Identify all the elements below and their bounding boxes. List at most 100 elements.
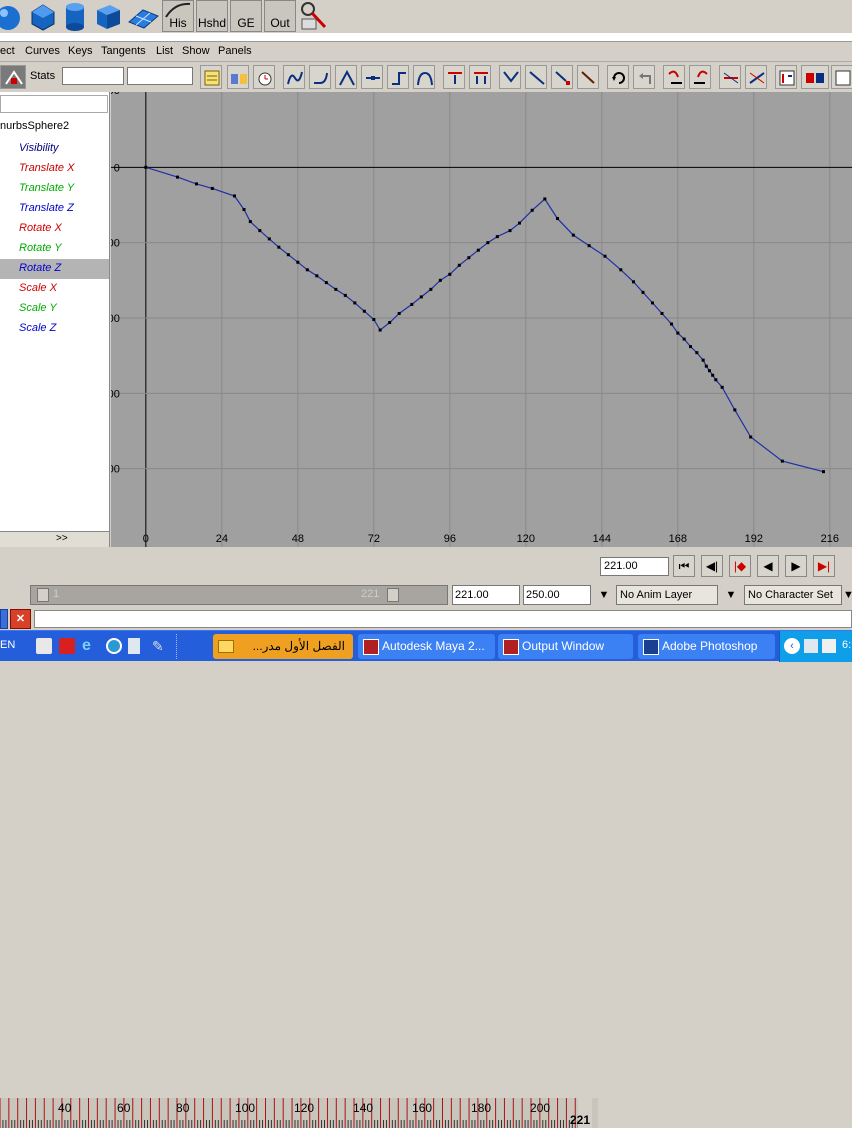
- channel-rotate-x[interactable]: Rotate X: [0, 219, 109, 239]
- expand-outliner-button[interactable]: >>: [56, 533, 68, 544]
- internet-explorer-icon[interactable]: e: [82, 637, 100, 655]
- plane-grid-icon[interactable]: [126, 0, 160, 32]
- range-slider[interactable]: 1 221: [30, 585, 448, 605]
- menu-select[interactable]: ect: [0, 45, 15, 57]
- graph-view[interactable]: 0 24 48 72 96 120 144 168 192 216 0 -500 -1000 -1500 -…: [111, 92, 852, 547]
- keyframe-point[interactable]: [587, 244, 591, 248]
- menu-list[interactable]: List: [156, 45, 173, 57]
- undo-curve-icon[interactable]: [633, 65, 655, 89]
- step-back-frame-button[interactable]: ◀|: [701, 555, 723, 577]
- keyframe-point[interactable]: [530, 208, 534, 212]
- keyframe-point[interactable]: [670, 322, 673, 326]
- keyframe-point[interactable]: [619, 268, 623, 272]
- restore-window-icon[interactable]: [0, 609, 8, 629]
- step-forward-key-button[interactable]: ▶|: [813, 555, 835, 577]
- keyframe-point[interactable]: [410, 302, 414, 306]
- sphere-icon[interactable]: [0, 0, 26, 32]
- character-set-field[interactable]: No Character Set: [744, 585, 842, 605]
- keyframe-point[interactable]: [682, 337, 686, 341]
- keyframe-point[interactable]: [233, 194, 236, 198]
- keyframe-point[interactable]: [144, 165, 148, 169]
- step-back-key-button[interactable]: |◆: [729, 555, 751, 577]
- pre-infinity-icon[interactable]: [663, 65, 685, 89]
- lock-tangent-weight-icon[interactable]: [525, 65, 547, 89]
- keyframe-point[interactable]: [362, 309, 366, 313]
- tools-quicklaunch-icon[interactable]: ✎: [152, 638, 168, 654]
- channel-rotate-y[interactable]: Rotate Y: [0, 239, 109, 259]
- keyframe-point[interactable]: [296, 260, 300, 264]
- keyframe-point[interactable]: [733, 408, 737, 412]
- cube-icon[interactable]: [92, 0, 124, 32]
- tray-expand-icon[interactable]: ‹: [784, 638, 800, 654]
- keyframe-point[interactable]: [448, 272, 452, 276]
- keyframe-point[interactable]: [822, 470, 825, 474]
- keyframe-point[interactable]: [708, 369, 711, 373]
- channel-scale-x[interactable]: Scale X: [0, 279, 109, 299]
- anim-layer-dropdown-icon[interactable]: ▼: [594, 586, 614, 604]
- history-button[interactable]: His: [162, 0, 194, 32]
- keyframe-point[interactable]: [603, 254, 607, 258]
- keyframe-point[interactable]: [486, 241, 490, 245]
- unlock-tangent-weight-icon[interactable]: [551, 65, 573, 89]
- keyframe-point[interactable]: [353, 301, 357, 305]
- post-infinity-icon[interactable]: [689, 65, 711, 89]
- keyframe-point[interactable]: [495, 235, 499, 239]
- normalize-curve-icon[interactable]: [719, 65, 741, 89]
- rotate-z-curve[interactable]: [145, 166, 824, 473]
- cycle-icon[interactable]: [607, 65, 629, 89]
- keyframe-point[interactable]: [397, 311, 401, 315]
- language-indicator[interactable]: EN: [0, 639, 15, 651]
- character-set-dropdown-icon[interactable]: ▼: [721, 586, 741, 604]
- break-tangents-icon[interactable]: [443, 65, 465, 89]
- taskbar-item-folder[interactable]: الفصل الأول مدر...: [213, 634, 353, 659]
- go-to-start-button[interactable]: ⏮: [673, 555, 695, 577]
- menu-show[interactable]: Show: [182, 45, 210, 57]
- stats-field-2[interactable]: [127, 67, 193, 85]
- channel-translate-x[interactable]: Translate X: [0, 159, 109, 179]
- menu-tangents[interactable]: Tangents: [101, 45, 146, 57]
- mel-command-input[interactable]: [34, 610, 852, 628]
- play-forwards-button[interactable]: ▶: [785, 555, 807, 577]
- tools-icon[interactable]: [298, 0, 330, 32]
- keyframe-point[interactable]: [258, 229, 262, 233]
- keyframe-point[interactable]: [571, 233, 575, 237]
- channel-scale-z[interactable]: Scale Z: [0, 319, 109, 339]
- keyframe-point[interactable]: [508, 229, 512, 233]
- keyframe-point[interactable]: [267, 237, 271, 241]
- channel-translate-y[interactable]: Translate Y: [0, 179, 109, 199]
- channel-visibility[interactable]: Visibility: [0, 139, 109, 159]
- plateau-tangent-icon[interactable]: [413, 65, 435, 89]
- menu-curves[interactable]: Curves: [25, 45, 60, 57]
- show-desktop-icon[interactable]: [36, 638, 52, 654]
- close-window-icon[interactable]: ✕: [10, 609, 31, 629]
- spline-tangent-icon[interactable]: [283, 65, 305, 89]
- keyframe-point[interactable]: [378, 328, 382, 332]
- keyframe-point[interactable]: [248, 220, 252, 224]
- keyframe-point[interactable]: [419, 295, 423, 299]
- keyframe-point[interactable]: [749, 435, 753, 439]
- free-tangent-weight-icon[interactable]: [499, 65, 521, 89]
- keyframe-point[interactable]: [195, 182, 198, 186]
- keyframe-point[interactable]: [720, 385, 724, 389]
- animation-curve-plot[interactable]: 0 24 48 72 96 120 144 168 192 216 0 -500 -1000 -1500 -…: [111, 92, 852, 547]
- keyframe-point[interactable]: [305, 268, 309, 272]
- menu-panels[interactable]: Panels: [218, 45, 252, 57]
- swap-buffer-icon[interactable]: [227, 65, 249, 89]
- keyframe-point[interactable]: [676, 331, 680, 335]
- time-slider-ticks[interactable]: 40 60 80 100 120 140 160 180 200 221: [0, 1098, 598, 1128]
- keyframe-point[interactable]: [324, 281, 328, 285]
- keyframe-point[interactable]: [467, 256, 471, 260]
- time-snap-icon[interactable]: [253, 65, 275, 89]
- keyframe-point[interactable]: [438, 278, 442, 282]
- keyframe-point[interactable]: [714, 378, 718, 382]
- keyframe-point[interactable]: [210, 186, 214, 190]
- network-icon[interactable]: [804, 639, 818, 653]
- linear-tangent-icon[interactable]: [335, 65, 357, 89]
- unify-tangents-icon[interactable]: [469, 65, 491, 89]
- menu-keys[interactable]: Keys: [68, 45, 92, 57]
- keyframe-point[interactable]: [704, 364, 708, 368]
- cylinder-icon[interactable]: [60, 0, 90, 32]
- keyframe-point[interactable]: [277, 245, 281, 249]
- flat-tangent-icon[interactable]: [361, 65, 383, 89]
- channel-rotate-z[interactable]: Rotate Z: [0, 259, 109, 279]
